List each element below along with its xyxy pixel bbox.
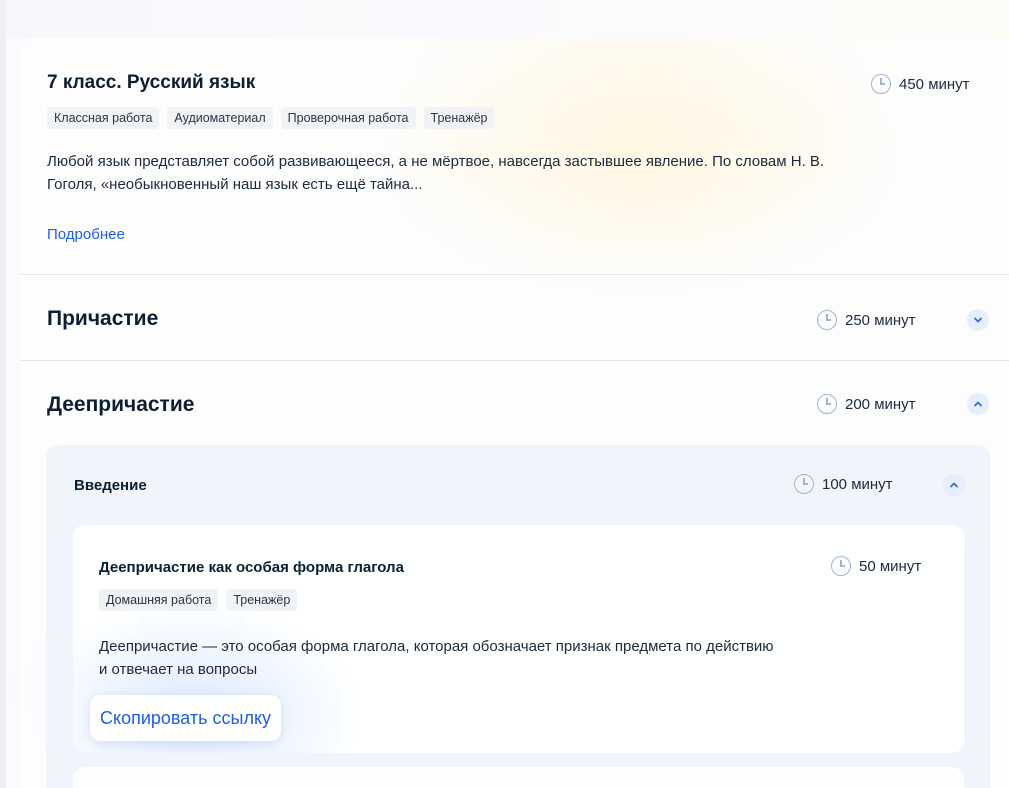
clock-icon	[817, 310, 837, 330]
course-description: Любой язык представляет собой развивающе…	[47, 150, 967, 196]
lesson-duration-text: 50 минут	[859, 557, 922, 575]
divider	[20, 274, 1009, 275]
subsection-title[interactable]: Введение	[74, 477, 147, 494]
course-description-line: Любой язык представляет собой развивающе…	[47, 153, 825, 170]
copy-link-button[interactable]: Скопировать ссылку	[90, 695, 282, 741]
collapse-subsection-button[interactable]	[943, 474, 965, 496]
next-lesson-card	[73, 767, 964, 788]
clock-icon	[871, 74, 891, 94]
top-strip	[0, 0, 1009, 38]
lesson-card: Деепричастие как особая форма глагола 50…	[73, 525, 964, 753]
lesson-title[interactable]: Деепричастие как особая форма глагола	[99, 559, 404, 576]
lesson-tag: Домашняя работа	[99, 589, 219, 611]
section-duration-text: 250 минут	[845, 311, 916, 329]
lesson-tags: Домашняя работа Тренажёр	[99, 589, 298, 611]
course-tag: Классная работа	[47, 107, 160, 129]
clock-icon	[817, 394, 837, 414]
course-tags: Классная работа Аудиоматериал Проверочна…	[47, 107, 495, 129]
section-duration: 200 минут	[817, 394, 916, 414]
lesson-description-line: и отвечает на вопросы	[99, 661, 258, 678]
course-description-line: Гоголя, «необыкновенный наш язык есть ещ…	[47, 176, 423, 193]
more-link[interactable]: Подробнее	[47, 226, 125, 243]
subsection-panel: Введение 100 минут Деепричастие как особ…	[46, 445, 990, 788]
lesson-description-line: Деепричастие — это особая форма глагола,…	[99, 638, 774, 655]
subsection-duration: 100 минут	[794, 474, 893, 494]
chevron-down-icon	[974, 317, 982, 323]
divider	[20, 360, 1009, 361]
chevron-up-icon	[974, 401, 982, 407]
course-duration: 450 минут	[871, 74, 970, 94]
course-card: 7 класс. Русский язык 450 минут Классная…	[20, 38, 1009, 788]
left-edge	[0, 0, 6, 788]
lesson-description: Деепричастие — это особая форма глагола,…	[99, 635, 899, 681]
clock-icon	[794, 474, 814, 494]
chevron-up-icon	[950, 482, 958, 488]
collapse-section-button[interactable]	[967, 393, 989, 415]
course-tag: Проверочная работа	[280, 107, 416, 129]
course-duration-text: 450 минут	[899, 75, 970, 93]
course-tag: Тренажёр	[423, 107, 495, 129]
course-tag: Аудиоматериал	[167, 107, 273, 129]
clock-icon	[831, 556, 851, 576]
section-title-deeprichastie[interactable]: Деепричастие	[47, 393, 194, 417]
expand-section-button[interactable]	[967, 309, 989, 331]
section-title-prichastie[interactable]: Причастие	[47, 307, 158, 331]
course-title: 7 класс. Русский язык	[47, 72, 256, 93]
section-duration: 250 минут	[817, 310, 916, 330]
lesson-duration: 50 минут	[831, 556, 921, 576]
lesson-tag: Тренажёр	[226, 589, 298, 611]
section-duration-text: 200 минут	[845, 395, 916, 413]
subsection-duration-text: 100 минут	[822, 475, 893, 493]
